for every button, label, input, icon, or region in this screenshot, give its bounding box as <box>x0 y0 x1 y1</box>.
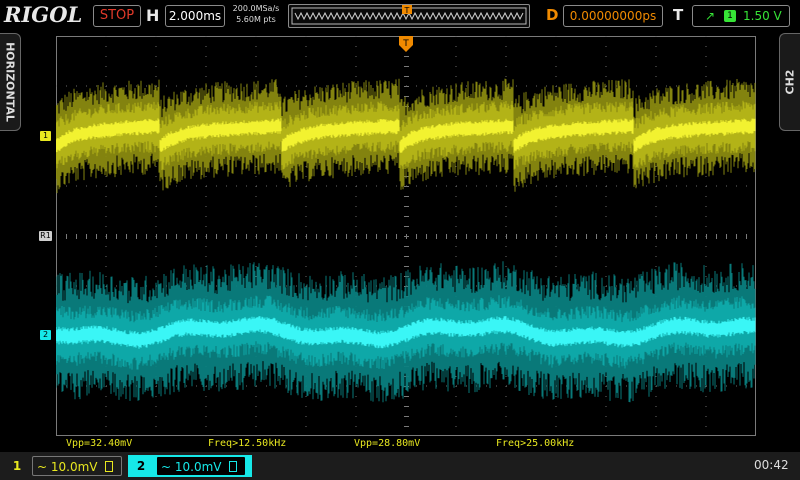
ch2-vpp-measurement: Vpp=28.80mV <box>354 438 421 449</box>
trigger-position-letter: T <box>402 39 409 49</box>
trigger-delay-value[interactable]: 0.00000000ps <box>563 5 663 27</box>
ch2-tab-label: CH2 <box>783 69 797 95</box>
sample-rate: 200.0MSa/s <box>232 4 280 13</box>
ch2-label: 2 <box>128 455 154 477</box>
ch1-label: 1 <box>12 459 22 473</box>
ch2-freq-measurement: Freq>25.00kHz <box>496 438 575 449</box>
ref-offset-marker[interactable]: R1 <box>39 231 52 241</box>
ch2-status[interactable]: 2 ~ 10.0mV <box>128 455 252 477</box>
ch2-menu-tab[interactable]: CH2 <box>779 33 800 131</box>
top-bar: RIGOL STOP H 2.000ms 200.0MSa/s 5.60M pt… <box>0 0 800 32</box>
dc-coupling-icon <box>105 461 113 472</box>
ch1-freq-measurement: Freq>12.50kHz <box>208 438 287 449</box>
trigger-settings[interactable]: ↗ 1 1.50 V <box>692 5 790 27</box>
trigger-position-marker-icon[interactable]: T <box>399 36 413 52</box>
ch2-scale[interactable]: ~ 10.0mV <box>156 456 246 476</box>
memory-trigger-letter: T <box>404 6 410 15</box>
horizontal-menu-tab[interactable]: HORIZONTAL <box>0 33 21 131</box>
waveform-traces <box>56 78 756 403</box>
ch1-vpp-measurement: Vpp=32.40mV <box>66 438 133 449</box>
clock: 00:42 <box>754 458 789 472</box>
horizontal-tab-label: HORIZONTAL <box>3 42 17 122</box>
trigger-source-badge: 1 <box>724 10 736 22</box>
rigol-logo: RIGOL <box>4 2 83 27</box>
acquisition-info: 200.0MSa/s 5.60M pts <box>226 3 286 25</box>
memory-depth: 5.60M pts <box>236 15 276 24</box>
waveform-display[interactable] <box>56 36 756 436</box>
memory-waveform-preview: T <box>291 5 527 25</box>
ch1-status[interactable]: 1 ~ 10.0mV <box>4 455 128 477</box>
ch2-scale-value: ~ 10.0mV <box>161 460 222 474</box>
trigger-label: T <box>673 6 684 24</box>
ch1-offset-marker[interactable]: 1 <box>40 131 51 141</box>
rising-edge-icon: ↗ <box>705 9 716 23</box>
ch2-offset-marker[interactable]: 2 <box>40 330 51 340</box>
memory-overview[interactable]: T <box>288 4 530 28</box>
timebase-value[interactable]: 2.000ms <box>165 5 225 27</box>
dc-coupling-icon <box>229 461 237 472</box>
run-stop-status[interactable]: STOP <box>93 5 141 27</box>
ch1-scale-value: ~ 10.0mV <box>37 460 98 474</box>
delay-label: D <box>546 6 559 24</box>
horizontal-label: H <box>146 6 160 25</box>
trigger-level: 1.50 V <box>743 9 782 23</box>
ch1-scale[interactable]: ~ 10.0mV <box>32 456 122 476</box>
